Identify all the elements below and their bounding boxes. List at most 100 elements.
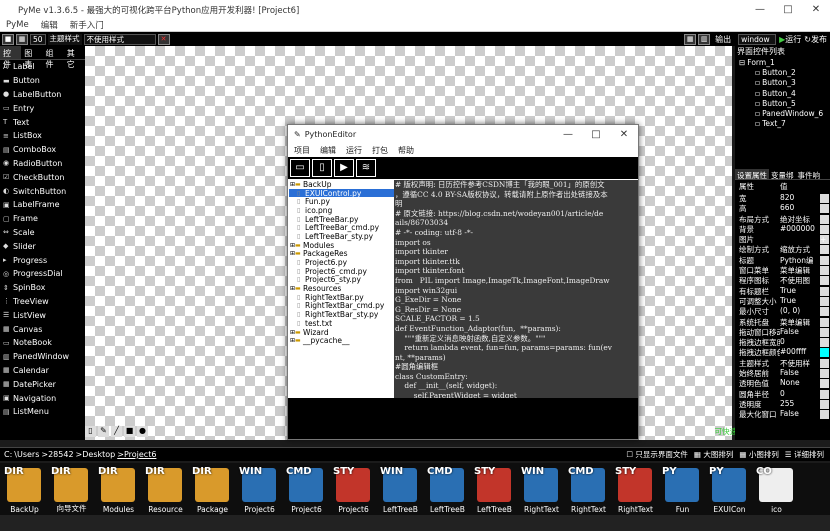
edit-icon[interactable]	[820, 379, 829, 389]
editor-minimize-button[interactable]: —	[554, 129, 582, 140]
pen-icon[interactable]: ✎	[98, 425, 109, 437]
property-value[interactable]	[780, 234, 820, 244]
edit-icon[interactable]	[820, 338, 829, 348]
file-item[interactable]: ▯ Project6_sty.py	[289, 275, 394, 284]
property-row[interactable]: 拖拽边框宽度 0	[735, 337, 830, 348]
property-value[interactable]: (0, 0)	[780, 306, 820, 316]
circle-icon[interactable]: ●	[137, 425, 148, 437]
property-row[interactable]: 有标题栏 True	[735, 286, 830, 296]
tab-components[interactable]: 组件	[43, 46, 64, 69]
property-value[interactable]: 菜单编辑	[780, 317, 820, 327]
property-value[interactable]: True	[780, 286, 820, 296]
component-item[interactable]: ▥ PanedWindow	[0, 350, 85, 364]
property-value[interactable]: 不使用图	[780, 275, 820, 285]
show-ui-only-checkbox[interactable]: ☐ 只显示界面文件	[626, 449, 688, 460]
folder-item[interactable]: ⊞ ▬ PackageRes	[289, 249, 394, 258]
property-row[interactable]: 主题样式 不使用样	[735, 358, 830, 368]
file-tile[interactable]: STY Project6	[331, 463, 376, 515]
menu-tutorial[interactable]: 新手入门	[70, 19, 104, 31]
property-value[interactable]: Python编	[780, 255, 820, 265]
folder-item[interactable]: ⊞ ▬ Wizard	[289, 328, 394, 337]
component-item[interactable]: ● LabelButton	[0, 88, 85, 102]
file-item[interactable]: ▯ RightTextBar_cmd.py	[289, 301, 394, 310]
folder-item[interactable]: ⊞ ▬ Modules	[289, 241, 394, 250]
path-segment[interactable]: >28542	[41, 450, 73, 459]
editor-maximize-button[interactable]: □	[582, 129, 610, 140]
property-row[interactable]: 窗口菜单 菜单编辑	[735, 265, 830, 276]
small-icons-button[interactable]: ▦ 小图排列	[739, 449, 778, 460]
editor-menu-run[interactable]: 运行	[346, 145, 362, 156]
edit-icon[interactable]	[820, 266, 829, 276]
line-icon[interactable]: ╱	[111, 425, 122, 437]
editor-code-area[interactable]: # 版权声明: 日历控件参考CSDN博主「我的眼_001」的原创文 ，遵循CC 4…	[394, 180, 638, 398]
property-row[interactable]: 高 660	[735, 203, 830, 214]
component-item[interactable]: ▣ Navigation	[0, 391, 85, 405]
component-item[interactable]: ▦ DatePicker	[0, 377, 85, 391]
window-select[interactable]: window	[738, 33, 777, 45]
property-row[interactable]: 布局方式 绝对坐标	[735, 214, 830, 224]
component-item[interactable]: ⋮ TreeView	[0, 295, 85, 309]
property-value[interactable]: 820	[780, 193, 820, 203]
file-item[interactable]: ▯ LeftTreeBar_cmd.py	[289, 223, 394, 232]
property-value[interactable]: False	[780, 327, 820, 337]
style-select[interactable]: 不使用样式	[83, 33, 156, 45]
file-tile[interactable]: DIR BackUp	[2, 463, 47, 515]
file-tile[interactable]: CMD RightText	[566, 463, 611, 515]
file-item[interactable]: ▯ LeftTreeBar_sty.py	[289, 232, 394, 241]
property-row[interactable]: 始终居前 False	[735, 368, 830, 379]
component-item[interactable]: ▭ NoteBook	[0, 336, 85, 350]
tree-item[interactable]: ▫ Text_7	[735, 119, 830, 129]
zoom-field[interactable]: 50	[30, 33, 46, 45]
save-icon[interactable]: ▯	[312, 159, 332, 177]
rect-icon[interactable]: ■	[124, 425, 135, 437]
file-item[interactable]: ▯ Fun.py	[289, 197, 394, 206]
file-item[interactable]: ▯ EXUIControl.py	[289, 189, 394, 198]
property-value[interactable]: #000000	[780, 224, 820, 234]
run-button[interactable]: ▶运行	[779, 34, 801, 45]
file-tile[interactable]: DIR 向导文件	[49, 463, 94, 515]
property-row[interactable]: 最小尺寸 (0, 0)	[735, 306, 830, 317]
folder-item[interactable]: ⊞ ▬ __pycache__	[289, 336, 394, 345]
file-tile[interactable]: WIN RightText	[519, 463, 564, 515]
output-button[interactable]: 输出	[715, 34, 731, 45]
property-value[interactable]: 菜单编辑	[780, 265, 820, 275]
path-segment[interactable]: >Desktop	[76, 450, 116, 459]
edit-icon[interactable]	[820, 410, 829, 420]
component-item[interactable]: ☑ CheckButton	[0, 170, 85, 184]
property-row[interactable]: 标题 Python编	[735, 255, 830, 265]
tree-item[interactable]: ▫ Button_3	[735, 78, 830, 88]
component-item[interactable]: ▭ Entry	[0, 101, 85, 115]
path-segment[interactable]: C:	[4, 450, 12, 459]
folder-item[interactable]: ⊞ ▬ Resources	[289, 284, 394, 293]
component-item[interactable]: ▬ Button	[0, 74, 85, 88]
tree-item[interactable]: ▫ Button_4	[735, 88, 830, 98]
file-tile[interactable]: WIN Project6	[237, 463, 282, 515]
edit-icon[interactable]	[820, 369, 829, 379]
property-value[interactable]: None	[780, 378, 820, 388]
tab-variables[interactable]: 变量绑	[769, 169, 796, 180]
layout2-icon[interactable]: ▥	[698, 33, 711, 45]
component-item[interactable]: ▦ Canvas	[0, 322, 85, 336]
edit-icon[interactable]	[820, 194, 829, 203]
tab-charts[interactable]: 图表	[21, 46, 42, 69]
color-swatch[interactable]	[820, 348, 829, 358]
edit-icon[interactable]	[820, 399, 829, 409]
folder-item[interactable]: ⊞ ▬ BackUp	[289, 180, 394, 189]
property-value[interactable]: False	[780, 409, 820, 419]
edit-icon[interactable]	[820, 317, 829, 327]
property-value[interactable]: 不使用样	[780, 358, 820, 368]
reset-icon[interactable]: ✕	[157, 33, 170, 45]
edit-icon[interactable]	[820, 255, 829, 265]
component-item[interactable]: ⇕ SpinBox	[0, 281, 85, 295]
component-item[interactable]: ▸ Progress	[0, 253, 85, 267]
tree-item[interactable]: ▫ PanedWindow_6	[735, 108, 830, 118]
tab-events[interactable]: 事件响	[796, 169, 823, 180]
property-row[interactable]: 圆角半径 0	[735, 389, 830, 399]
property-row[interactable]: 拖动窗口移动 False	[735, 327, 830, 337]
property-row[interactable]: 透明色值 None	[735, 378, 830, 389]
component-item[interactable]: ≡ ListBox	[0, 129, 85, 143]
property-row[interactable]: 背景 #000000	[735, 224, 830, 234]
publish-button[interactable]: ↻发布	[804, 34, 827, 45]
file-tile[interactable]: CMD LeftTreeB	[425, 463, 470, 515]
component-item[interactable]: ◉ RadioButton	[0, 157, 85, 171]
